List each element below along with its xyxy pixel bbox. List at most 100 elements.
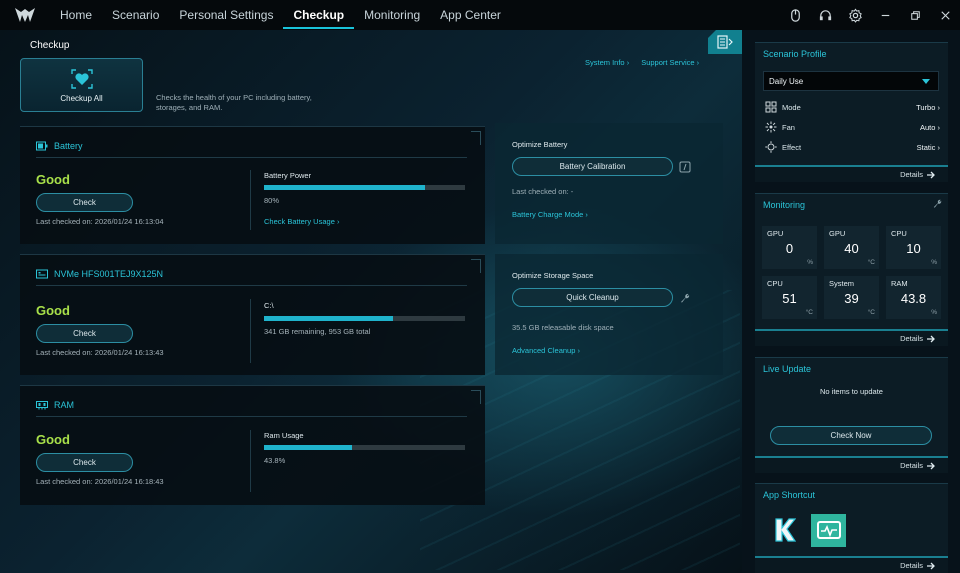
ram-check-button[interactable]: Check [36,453,133,472]
monitor-tile-gpu-temp: GPU 40 °C [824,226,879,269]
checkup-all-button[interactable]: Checkup All [20,58,143,112]
close-button[interactable] [930,0,960,30]
advanced-cleanup-link[interactable]: Advanced Cleanup › [512,346,580,355]
tab-scenario[interactable]: Scenario [102,0,169,30]
profile-row-value: Auto [919,122,936,132]
ram-icon [36,401,48,410]
profile-row-fan[interactable]: Fan Auto › [765,120,940,134]
tab-home[interactable]: Home [50,0,102,30]
app-shortcut-panel: App Shortcut Details [755,483,948,573]
storage-check-button[interactable]: Check [36,324,133,343]
live-update-message: No items to update [820,387,883,396]
battery-title: Battery [54,141,83,151]
monitoring-details-link[interactable]: Details [755,329,948,346]
ram-meter-label: Ram Usage [264,431,304,440]
battery-charge-mode-label: Battery Charge Mode [512,210,584,219]
battery-meter-value: 80% [264,196,280,205]
advanced-cleanup-label: Advanced Cleanup [512,346,576,355]
gear-icon [848,8,862,23]
app-shortcut-monitor[interactable] [811,514,846,547]
tile-unit: °C [867,309,875,316]
heart-scan-icon [70,68,93,89]
tile-unit: °C [867,259,875,266]
wrench-icon[interactable] [679,292,691,304]
profile-row-label: Effect [782,142,802,152]
tile-unit: % [931,259,937,266]
profile-row-effect[interactable]: Effect Static › [765,140,940,154]
details-label: Details [900,334,923,343]
details-label: Details [900,170,923,179]
tab-personal-settings[interactable]: Personal Settings [169,0,283,30]
arrow-right-icon [927,171,935,178]
ram-usage-bar [264,445,465,450]
info-icon[interactable] [679,161,691,173]
battery-calibration-button[interactable]: Battery Calibration [512,157,673,176]
system-info-link[interactable]: System Info › [585,58,629,67]
system-info-label: System Info [585,58,625,67]
tab-app-center[interactable]: App Center [430,0,511,30]
scenario-profile-select[interactable]: Daily Use [763,71,939,91]
close-icon [940,10,950,20]
live-update-title: Live Update [763,364,812,374]
mouse-icon [790,8,800,22]
tile-value: 40 [844,241,859,256]
drive-label: C:\ [264,301,274,310]
storage-usage-fill [264,316,394,321]
collapse-panel-icon [717,35,733,49]
scenario-details-link[interactable]: Details [755,165,948,182]
battery-calibration-last-checked: Last checked on: - [512,187,574,196]
monitoring-panel: Monitoring GPU 0 % GPU 40 °C CPU 10 % CP… [755,193,948,346]
predator-logo-icon [15,8,35,22]
quick-cleanup-button[interactable]: Quick Cleanup [512,288,673,307]
ram-meter-value: 43.8% [264,456,286,465]
card-corner-decoration [471,390,481,404]
check-battery-usage-link[interactable]: Check Battery Usage › [264,217,339,226]
storage-usage-bar [264,316,465,321]
scenario-profile-panel: Scenario Profile Daily Use Mode Turbo › … [755,42,948,182]
tile-label: GPU [829,229,846,238]
tab-checkup[interactable]: Checkup [283,0,354,30]
monitor-tile-gpu-usage: GPU 0 % [762,226,817,269]
effect-sun-icon [765,141,777,153]
tile-value: 39 [844,291,859,306]
live-update-details-link[interactable]: Details [755,456,948,473]
battery-status: Good [36,172,70,187]
battery-power-bar [264,185,465,190]
collapse-panel-button[interactable] [708,30,742,54]
tile-value: 10 [906,241,921,256]
tile-unit: °C [805,309,813,316]
card-corner-decoration [471,259,481,273]
restore-button[interactable] [900,0,930,30]
monitoring-title: Monitoring [763,200,806,210]
restore-icon [910,10,920,20]
app-shortcut-details-link[interactable]: Details [755,556,948,573]
check-now-button[interactable]: Check Now [770,426,932,445]
app-shortcut-title: App Shortcut [763,490,816,500]
tab-monitoring[interactable]: Monitoring [354,0,430,30]
tile-label: CPU [767,279,783,288]
battery-power-fill [264,185,425,190]
support-service-label: Support Service [641,58,695,67]
storage-title: NVMe HFS001TEJ9X125N [54,269,164,279]
minimize-button[interactable] [870,0,900,30]
battery-charge-mode-link[interactable]: Battery Charge Mode › [512,210,588,219]
profile-row-mode[interactable]: Mode Turbo › [765,100,940,114]
tile-unit: % [807,259,813,266]
ram-card: RAM Good Check Last checked on: 2026/01/… [20,385,485,505]
battery-check-button[interactable]: Check [36,193,133,212]
mouse-button[interactable] [780,0,810,30]
support-service-link[interactable]: Support Service › [641,58,699,67]
ram-last-checked: Last checked on: 2026/01/24 16:18:43 [36,477,164,486]
ram-usage-fill [264,445,353,450]
support-button[interactable] [810,0,840,30]
tile-label: RAM [891,279,908,288]
optimize-storage-panel: Optimize Storage Space Quick Cleanup 35.… [495,254,723,375]
app-shortcut-k[interactable] [769,515,799,545]
vertical-divider [250,170,251,230]
chevron-down-icon [922,79,930,84]
settings-button[interactable] [840,0,870,30]
arrow-right-icon [927,462,935,469]
monitor-tile-ram-usage: RAM 43.8 % [886,276,941,319]
wrench-icon[interactable] [932,198,943,209]
arrow-right-icon [927,335,935,342]
